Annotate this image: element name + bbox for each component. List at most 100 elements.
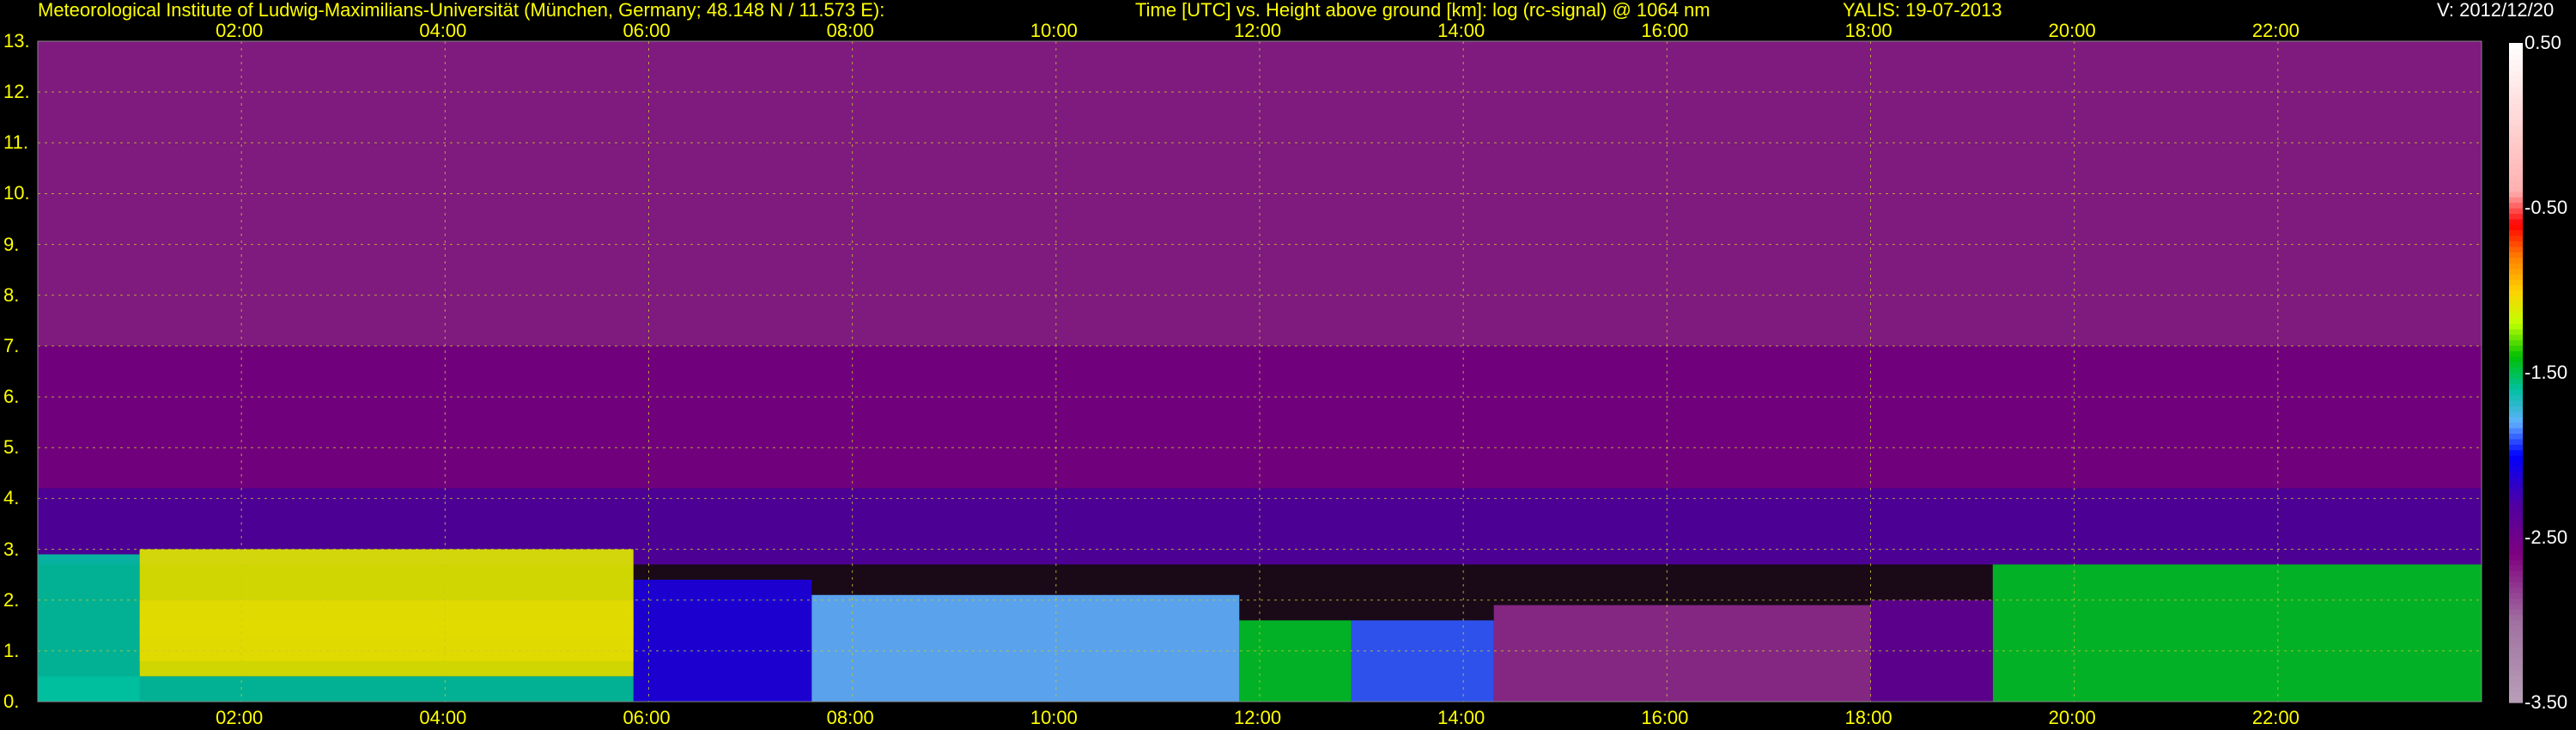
colorbar-segment	[2509, 339, 2523, 346]
lidar-time-height-plot	[37, 40, 2523, 703]
heatmap-region	[139, 549, 634, 677]
colorbar-segment	[2509, 526, 2523, 533]
colorbar-segment	[2509, 108, 2523, 115]
colorbar-segment	[2509, 685, 2523, 692]
x-tick-label-bottom: 06:00	[623, 707, 671, 728]
colorbar-segment	[2509, 307, 2523, 313]
y-tick-label: 13.	[3, 30, 30, 52]
y-tick-label: 11.	[3, 131, 28, 154]
colorbar-segment	[2509, 208, 2523, 214]
colorbar-segment	[2509, 658, 2523, 665]
colorbar-segment	[2509, 538, 2523, 544]
colorbar-segment	[2509, 59, 2523, 66]
y-tick-label: 5.	[3, 436, 20, 459]
colorbar-segment	[2509, 609, 2523, 616]
colorbar-segment	[2509, 598, 2523, 605]
colorbar-segment	[2509, 543, 2523, 550]
colorbar-segment	[2509, 532, 2523, 538]
colorbar-segment	[2509, 180, 2523, 186]
heatmap-region	[1992, 564, 2482, 702]
colorbar-segment	[2509, 114, 2523, 121]
y-tick-label: 7.	[3, 334, 20, 356]
y-tick-label: 1.	[3, 639, 20, 661]
colorbar-segment	[2509, 483, 2523, 489]
colorbar-segment	[2509, 131, 2523, 137]
colorbar-segment	[2509, 664, 2523, 671]
colorbar-segment	[2509, 246, 2523, 252]
heatmap-region	[1870, 599, 1993, 702]
x-tick-label-bottom: 14:00	[1437, 707, 1485, 728]
colorbar-segment	[2509, 350, 2523, 357]
colorbar-segment	[2509, 295, 2523, 302]
colorbar-segment	[2509, 636, 2523, 643]
heatmap-region	[38, 554, 140, 702]
colorbar-segment	[2509, 191, 2523, 198]
colorbar-segment	[2509, 257, 2523, 264]
colorbar-segment	[2509, 169, 2523, 176]
heatmap-region	[1493, 605, 1871, 702]
colorbar-segment	[2509, 493, 2523, 500]
header-description: Time [UTC] vs. Height above ground [km]:…	[1135, 0, 1710, 21]
colorbar-segment	[2509, 202, 2523, 209]
colorbar-segment	[2509, 554, 2523, 561]
x-tick-label-top: 20:00	[2048, 20, 2096, 41]
colorbar-segment	[2509, 405, 2523, 412]
colorbar-segment	[2509, 499, 2523, 506]
colorbar-segment	[2509, 515, 2523, 522]
colorbar-segment	[2509, 76, 2523, 82]
colorbar-segment	[2509, 136, 2523, 143]
colorbar-segment	[2509, 323, 2523, 330]
x-tick-label-top: 02:00	[216, 20, 264, 41]
heatmap-region	[1239, 620, 1352, 702]
colorbar-segment	[2509, 460, 2523, 467]
header-station: YALIS: 19-07-2013	[1843, 0, 2002, 21]
x-tick-label-bottom: 20:00	[2048, 707, 2096, 728]
colorbar-segment	[2509, 235, 2523, 241]
colorbar-tick-label: 0.50	[2524, 32, 2561, 53]
y-tick-label: 2.	[3, 588, 20, 611]
colorbar-segment	[2509, 383, 2523, 390]
colorbar-segment	[2509, 224, 2523, 231]
colorbar-segment	[2509, 520, 2523, 527]
colorbar-segment	[2509, 581, 2523, 588]
colorbar-segment	[2509, 378, 2523, 385]
colorbar-segment	[2509, 570, 2523, 577]
y-tick-label: 8.	[3, 283, 20, 306]
heatmap-region	[633, 580, 812, 702]
colorbar-segment	[2509, 648, 2523, 654]
y-tick-label: 4.	[3, 487, 20, 509]
x-tick-label-top: 22:00	[2251, 20, 2300, 41]
header-institute: Meteorological Institute of Ludwig-Maxim…	[38, 0, 885, 21]
colorbar-segment	[2509, 428, 2523, 434]
colorbar-segment	[2509, 548, 2523, 555]
colorbar-segment	[2509, 477, 2523, 484]
y-tick-label: 10.	[3, 182, 30, 204]
colorbar-segment	[2509, 43, 2523, 49]
colorbar-segment	[2509, 284, 2523, 291]
colorbar-segment	[2509, 362, 2523, 368]
colorbar-segment	[2509, 411, 2523, 417]
colorbar-segment	[2509, 417, 2523, 423]
colorbar-segment	[2509, 438, 2523, 445]
colorbar-segment	[2509, 620, 2523, 626]
colorbar-segment	[2509, 273, 2523, 280]
x-tick-label-bottom: 10:00	[1030, 707, 1078, 728]
colorbar-segment	[2509, 240, 2523, 247]
colorbar-segment	[2509, 697, 2523, 703]
colorbar-segment	[2509, 587, 2523, 593]
colorbar-segment	[2509, 394, 2523, 401]
colorbar-segment	[2509, 356, 2523, 362]
colorbar-segment	[2509, 345, 2523, 351]
x-tick-label-bottom: 08:00	[826, 707, 874, 728]
x-tick-label-top: 06:00	[623, 20, 671, 41]
colorbar-segment	[2509, 653, 2523, 660]
colorbar-segment	[2509, 163, 2523, 170]
colorbar-segment	[2509, 87, 2523, 94]
colorbar-segment	[2509, 92, 2523, 99]
x-tick-label-top: 14:00	[1437, 20, 1485, 41]
colorbar-segment	[2509, 64, 2523, 71]
y-tick-label: 3.	[3, 538, 20, 560]
colorbar-segment	[2509, 290, 2523, 296]
colorbar-segment	[2509, 680, 2523, 687]
colorbar-segment	[2509, 334, 2523, 341]
